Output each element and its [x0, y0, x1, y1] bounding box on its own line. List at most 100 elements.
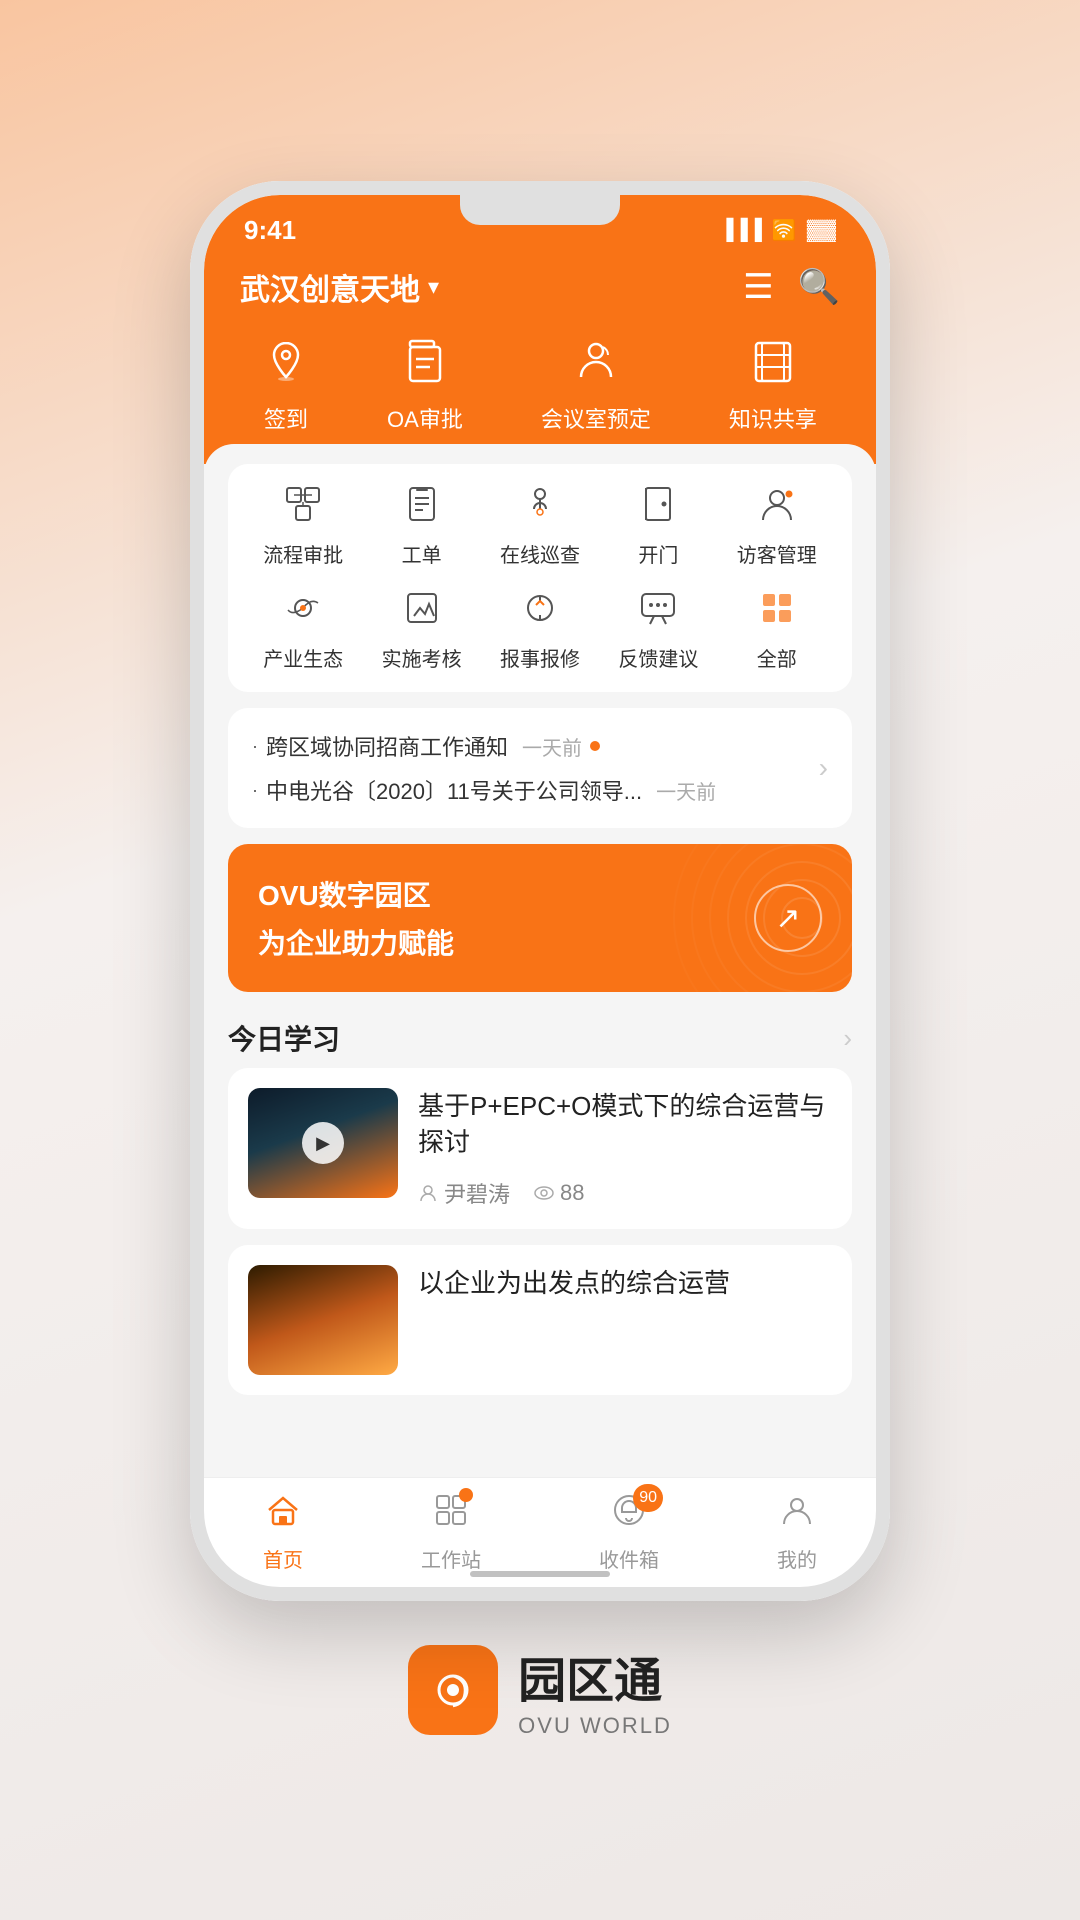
- door-icon: [638, 484, 678, 531]
- meeting-icon: [573, 339, 619, 394]
- quick-nav-knowledge[interactable]: 知识共享: [729, 339, 817, 434]
- feedback-icon: [638, 588, 678, 635]
- service-workorder-label: 工单: [402, 539, 442, 568]
- learning-info-1: 基于P+EPC+O模式下的综合运营与探讨 尹碧涛: [418, 1088, 832, 1209]
- battery-icon: ▓▓: [807, 219, 836, 242]
- home-icon: [265, 1492, 301, 1538]
- learning-title-2: 以企业为出发点的综合运营: [418, 1265, 832, 1301]
- service-ecosystem[interactable]: 产业生态: [253, 588, 353, 672]
- service-repair[interactable]: 报事报修: [490, 588, 590, 672]
- profile-icon: [779, 1492, 815, 1538]
- service-door-label: 开门: [638, 539, 678, 568]
- phone-screen: 9:41 ▐▐▐ 🛜 ▓▓ 武汉创意天地 ▾ ☰ 🔍: [204, 195, 876, 1587]
- all-icon: [757, 588, 797, 635]
- quick-nav-meeting-label: 会议室预定: [541, 402, 651, 434]
- signin-icon: [263, 339, 309, 394]
- learning-author-1: 尹碧涛: [418, 1177, 510, 1209]
- service-ecosystem-label: 产业生态: [263, 643, 343, 672]
- views-icon-1: [534, 1183, 554, 1203]
- service-visitor-label: 访客管理: [737, 539, 817, 568]
- wifi-icon: 🛜: [772, 218, 797, 243]
- status-time: 9:41: [244, 215, 296, 246]
- notification-list: · 跨区域协同招商工作通知 一天前 · 中电光谷〔2020〕11号关于公司领导.…: [252, 730, 819, 806]
- quick-nav-meeting[interactable]: 会议室预定: [541, 339, 651, 434]
- menu-icon[interactable]: ☰: [743, 267, 773, 307]
- service-inspection-label: 在线巡查: [500, 539, 580, 568]
- banner-card[interactable]: OVU数字园区 为企业助力赋能 ↗: [228, 844, 852, 992]
- quick-nav-oa[interactable]: OA审批: [387, 339, 463, 434]
- quick-nav-signin[interactable]: 签到: [263, 339, 309, 434]
- tab-profile[interactable]: 我的: [777, 1492, 817, 1573]
- service-visitor[interactable]: 访客管理: [727, 484, 827, 568]
- learning-thumb-2: [248, 1265, 398, 1375]
- service-row-2: 产业生态 实施考核: [244, 588, 836, 672]
- home-indicator: [470, 1571, 610, 1577]
- banner-arrow-btn[interactable]: ↗: [754, 884, 822, 952]
- play-button-1[interactable]: ▶: [302, 1122, 344, 1164]
- banner-title: OVU数字园区: [258, 874, 454, 914]
- dropdown-arrow[interactable]: ▾: [428, 274, 439, 300]
- header-actions: ☰ 🔍: [743, 267, 840, 307]
- header-left[interactable]: 武汉创意天地 ▾: [240, 265, 439, 309]
- service-door[interactable]: 开门: [608, 484, 708, 568]
- author-name-1: 尹碧涛: [444, 1177, 510, 1209]
- tab-workstation-label: 工作站: [421, 1544, 481, 1573]
- service-row-1: 流程审批: [244, 484, 836, 568]
- workorder-icon: [402, 484, 442, 531]
- header: 武汉创意天地 ▾ ☰ 🔍: [204, 255, 876, 329]
- flow-approval-icon: [283, 484, 323, 531]
- section-more-learning[interactable]: ›: [843, 1023, 852, 1054]
- learning-thumb-1: ▶: [248, 1088, 398, 1198]
- assessment-icon: [402, 588, 442, 635]
- phone-frame: 9:41 ▐▐▐ 🛜 ▓▓ 武汉创意天地 ▾ ☰ 🔍: [190, 181, 890, 1601]
- workstation-badge-dot: [459, 1488, 473, 1502]
- notification-text-2: 中电光谷〔2020〕11号关于公司领导...: [266, 774, 642, 806]
- section-header-learning: 今日学习 ›: [204, 1008, 876, 1068]
- status-icons: ▐▐▐ 🛜 ▓▓: [719, 218, 836, 243]
- learning-info-2: 以企业为出发点的综合运营: [418, 1265, 832, 1375]
- learning-views-1: 88: [534, 1180, 584, 1206]
- brand-footer: 园区通 OVU WORLD: [408, 1641, 672, 1739]
- views-count-1: 88: [560, 1180, 584, 1206]
- service-assessment-label: 实施考核: [382, 643, 462, 672]
- tab-profile-label: 我的: [777, 1544, 817, 1573]
- notification-card[interactable]: · 跨区域协同招商工作通知 一天前 · 中电光谷〔2020〕11号关于公司领导.…: [228, 708, 852, 828]
- oa-icon: [402, 339, 448, 394]
- knowledge-icon: [750, 339, 796, 394]
- tab-home[interactable]: 首页: [263, 1492, 303, 1573]
- workstation-icon: [433, 1492, 469, 1538]
- quick-nav-signin-label: 签到: [264, 402, 308, 434]
- brand-name-en: OVU WORLD: [518, 1713, 672, 1739]
- repair-icon: [520, 588, 560, 635]
- inspection-icon: [520, 484, 560, 531]
- quick-nav-oa-label: OA审批: [387, 402, 463, 434]
- brand-name-cn: 园区通: [518, 1641, 672, 1711]
- brand-logo: [408, 1645, 498, 1735]
- inbox-badge: 90: [633, 1484, 663, 1512]
- service-feedback[interactable]: 反馈建议: [608, 588, 708, 672]
- visitor-icon: [757, 484, 797, 531]
- notification-text-1: 跨区域协同招商工作通知: [266, 730, 508, 762]
- location-title: 武汉创意天地: [240, 265, 420, 309]
- service-assessment[interactable]: 实施考核: [372, 588, 472, 672]
- banner-text: OVU数字园区 为企业助力赋能: [258, 874, 454, 962]
- search-icon[interactable]: 🔍: [798, 267, 840, 307]
- service-all-label: 全部: [757, 643, 797, 672]
- main-content: 流程审批: [204, 444, 876, 1587]
- service-workorder[interactable]: 工单: [372, 484, 472, 568]
- tab-inbox[interactable]: 90 收件箱: [599, 1492, 659, 1573]
- notification-item-1: · 跨区域协同招商工作通知 一天前: [252, 730, 819, 762]
- service-inspection[interactable]: 在线巡查: [490, 484, 590, 568]
- notification-arrow: ›: [819, 752, 828, 784]
- banner-subtitle: 为企业助力赋能: [258, 922, 454, 962]
- learning-card-1[interactable]: ▶ 基于P+EPC+O模式下的综合运营与探讨 尹碧涛: [228, 1068, 852, 1229]
- service-all[interactable]: 全部: [727, 588, 827, 672]
- service-feedback-label: 反馈建议: [618, 643, 698, 672]
- service-repair-label: 报事报修: [500, 643, 580, 672]
- learning-title-1: 基于P+EPC+O模式下的综合运营与探讨: [418, 1088, 832, 1161]
- learning-card-2[interactable]: 以企业为出发点的综合运营: [228, 1245, 852, 1395]
- service-flow-approval[interactable]: 流程审批: [253, 484, 353, 568]
- tab-inbox-label: 收件箱: [599, 1544, 659, 1573]
- notification-item-2: · 中电光谷〔2020〕11号关于公司领导... 一天前: [252, 774, 819, 806]
- tab-workstation[interactable]: 工作站: [421, 1492, 481, 1573]
